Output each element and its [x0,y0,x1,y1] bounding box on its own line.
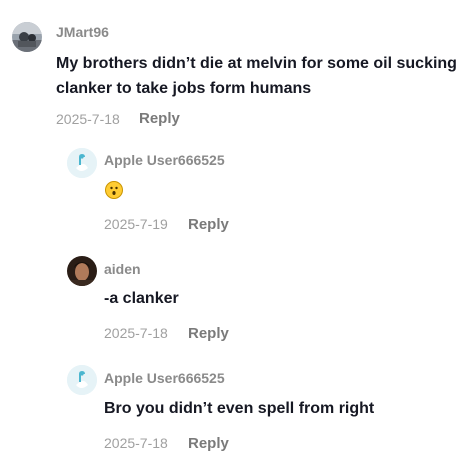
reply-item: Apple User666525 Bro you didn’t even spe… [0,355,464,460]
default-tiktok-avatar-icon [67,365,97,395]
default-tiktok-avatar-icon [67,148,97,178]
comment-text: -a clanker [104,290,179,307]
user-avatar[interactable] [67,365,97,395]
astonished-face-emoji-icon [105,181,123,199]
comment-username[interactable]: JMart96 [56,24,109,40]
user-photo-avatar-icon [12,22,42,52]
reply-button[interactable]: Reply [139,110,180,127]
reply-button[interactable]: Reply [188,216,229,233]
comment-text: My brothers didn’t die at melvin for som… [56,55,457,97]
comment-date: 2025-7-18 [104,435,168,451]
comment-text: Bro you didn’t even spell from right [104,400,375,417]
user-avatar[interactable] [12,22,42,52]
comment-username[interactable]: aiden [104,261,141,277]
comment-item: JMart96 My brothers didn’t die at melvin… [0,0,464,140]
user-avatar[interactable] [67,148,97,178]
comment-date: 2025-7-18 [56,111,120,127]
reply-item: aiden -a clanker 2025-7-18 Reply [0,245,464,355]
comment-username[interactable]: Apple User666525 [104,370,225,386]
comment-date: 2025-7-18 [104,325,168,341]
reply-button[interactable]: Reply [188,325,229,342]
user-avatar[interactable] [67,256,97,286]
comment-date: 2025-7-19 [104,216,168,232]
reply-item: Apple User666525 2025-7-19 Reply [0,140,464,245]
user-photo-avatar-icon [67,256,97,286]
comment-username[interactable]: Apple User666525 [104,152,225,168]
reply-button[interactable]: Reply [188,435,229,452]
